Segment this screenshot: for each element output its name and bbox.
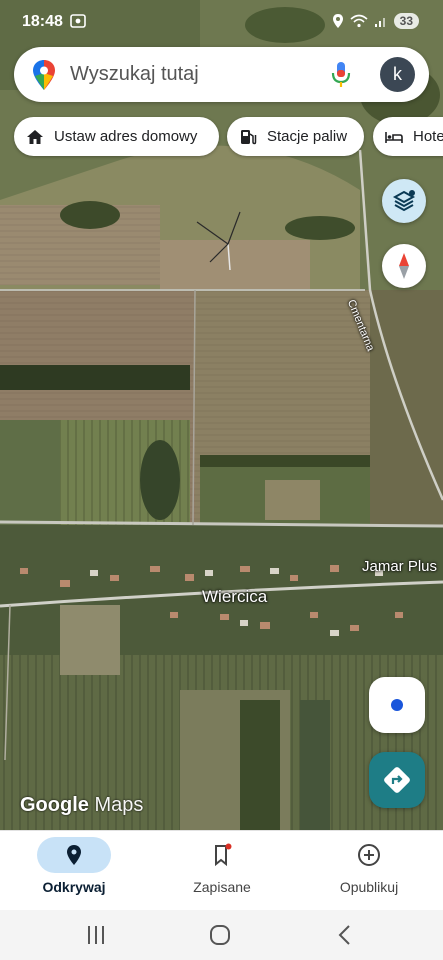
screenshot-icon (70, 14, 86, 28)
battery-badge: 33 (393, 13, 419, 29)
back-icon[interactable] (333, 924, 357, 946)
location-dot-icon (391, 699, 403, 711)
directions-icon (384, 767, 410, 793)
nav-explore[interactable]: Odkrywaj (0, 831, 148, 911)
layers-icon (392, 190, 416, 212)
location-status-icon (332, 14, 343, 28)
explore-pin-icon (67, 845, 81, 865)
bookmark-icon (215, 843, 232, 867)
nav-label: Zapisane (193, 879, 251, 895)
recents-icon[interactable] (84, 924, 108, 946)
status-icons: 33 (332, 13, 419, 29)
account-avatar[interactable]: k (380, 57, 415, 92)
chip-gas-stations[interactable]: Stacje paliw (227, 117, 364, 156)
microphone-icon[interactable] (330, 61, 352, 89)
system-navigation-bar (0, 910, 443, 960)
gas-station-icon (241, 129, 257, 144)
compass-button[interactable] (382, 244, 426, 288)
nav-label: Opublikuj (339, 879, 399, 895)
google-maps-logo: Google Maps (20, 794, 143, 817)
directions-button[interactable] (369, 752, 425, 808)
chip-hotels[interactable]: Hote (373, 117, 443, 156)
home-icon (27, 129, 43, 144)
my-location-button[interactable] (369, 677, 425, 733)
status-time: 18:48 (22, 13, 63, 30)
maps-screen: Cmentarna Wiercica Jamar Plus Google Map… (0, 0, 443, 960)
business-label[interactable]: Jamar Plus (362, 558, 437, 575)
compass-icon (399, 253, 409, 279)
chip-label: Hote (413, 128, 443, 145)
hotel-icon (385, 131, 403, 143)
chip-label: Ustaw adres domowy (54, 128, 198, 145)
add-circle-icon (358, 844, 380, 866)
nav-saved[interactable]: Zapisane (148, 831, 296, 911)
search-bar[interactable]: k (14, 47, 429, 102)
logo-google-text: Google (20, 794, 89, 816)
nav-contribute[interactable]: Opublikuj (295, 831, 443, 911)
chip-set-home[interactable]: Ustaw adres domowy (14, 117, 219, 156)
signal-icon (374, 18, 385, 27)
search-input[interactable] (70, 47, 320, 102)
maps-pin-icon (33, 60, 55, 90)
layers-button[interactable] (382, 179, 426, 223)
logo-maps-text: Maps (94, 794, 144, 816)
town-label[interactable]: Wiercica (202, 587, 267, 607)
wifi-icon (350, 14, 368, 28)
nav-label: Odkrywaj (42, 879, 106, 895)
status-bar: 18:48 33 (0, 0, 443, 44)
chip-label: Stacje paliw (267, 128, 348, 145)
home-system-icon[interactable] (208, 924, 232, 946)
bottom-navigation: Odkrywaj Zapisane Opublikuj (0, 830, 443, 911)
